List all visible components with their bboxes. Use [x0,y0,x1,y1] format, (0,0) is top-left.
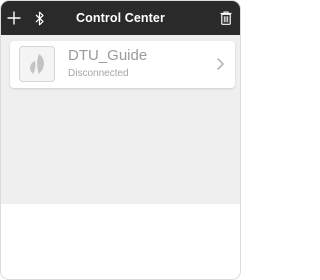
device-card[interactable]: DTU_Guide Disconnected [10,41,235,88]
top-bar: Control Center [1,1,240,35]
empty-area [1,204,240,279]
leaf-logo-icon [30,54,44,74]
page-title: Control Center [76,11,165,25]
app-window: Control Center DTU_Guide Disconnected [0,0,241,280]
device-status: Disconnected [68,68,129,79]
delete-button[interactable] [218,1,234,35]
device-list: DTU_Guide Disconnected [1,35,240,204]
chevron-right-icon [217,58,225,70]
device-name: DTU_Guide [68,47,148,64]
trash-icon [220,11,232,25]
device-icon [19,46,55,82]
